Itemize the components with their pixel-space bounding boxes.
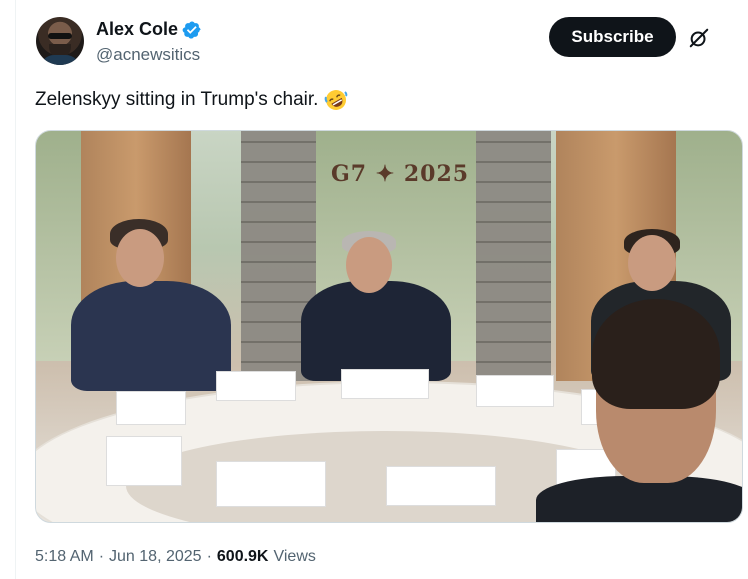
subscribe-button[interactable]: Subscribe <box>549 17 676 57</box>
person-left-head <box>116 229 164 287</box>
nameplate <box>216 371 296 401</box>
avatar-shirt <box>40 55 80 65</box>
nameplate <box>106 436 182 486</box>
person-center-suit <box>301 281 451 381</box>
verified-badge-icon <box>182 20 201 39</box>
tweet-date[interactable]: Jun 18, 2025 <box>109 548 202 566</box>
tweet-time[interactable]: 5:18 AM <box>35 548 94 566</box>
grok-icon[interactable] <box>688 27 710 49</box>
author-handle[interactable]: @acnewsitics <box>96 45 200 65</box>
nameplate <box>386 466 496 506</box>
nameplate <box>341 369 429 399</box>
views-count[interactable]: 600.9K <box>217 548 269 566</box>
views-label[interactable]: Views <box>273 548 315 566</box>
tweet-text-row: Zelenskyy sitting in Trump's chair. <box>35 88 348 112</box>
nameplate <box>216 461 326 507</box>
tweet-media-image[interactable]: G7 ✦ 2025 <box>35 130 743 523</box>
rolling-laughing-emoji-icon <box>325 90 348 110</box>
tweet-text: Zelenskyy sitting in Trump's chair. <box>35 89 319 110</box>
timeline-border <box>15 0 16 579</box>
meta-separator: · <box>206 548 212 565</box>
person-foreground-hair <box>592 299 720 409</box>
meta-separator: · <box>98 548 105 565</box>
avatar-glasses <box>48 33 72 39</box>
author-display-name[interactable]: Alex Cole <box>96 19 178 40</box>
tweet-meta: 5:18 AM · Jun 18, 2025 · 600.9K Views <box>35 548 316 566</box>
stone-pillar-right <box>476 131 551 381</box>
nameplate <box>476 375 554 407</box>
g7-backdrop-text: G7 ✦ 2025 <box>331 161 470 187</box>
person-center-head <box>346 237 392 293</box>
person-foreground-shoulders <box>536 476 742 522</box>
author-name-row[interactable]: Alex Cole <box>96 19 202 40</box>
person-right-head <box>628 235 676 291</box>
avatar[interactable] <box>36 17 84 65</box>
nameplate <box>116 391 186 425</box>
person-left-suit <box>71 281 231 391</box>
